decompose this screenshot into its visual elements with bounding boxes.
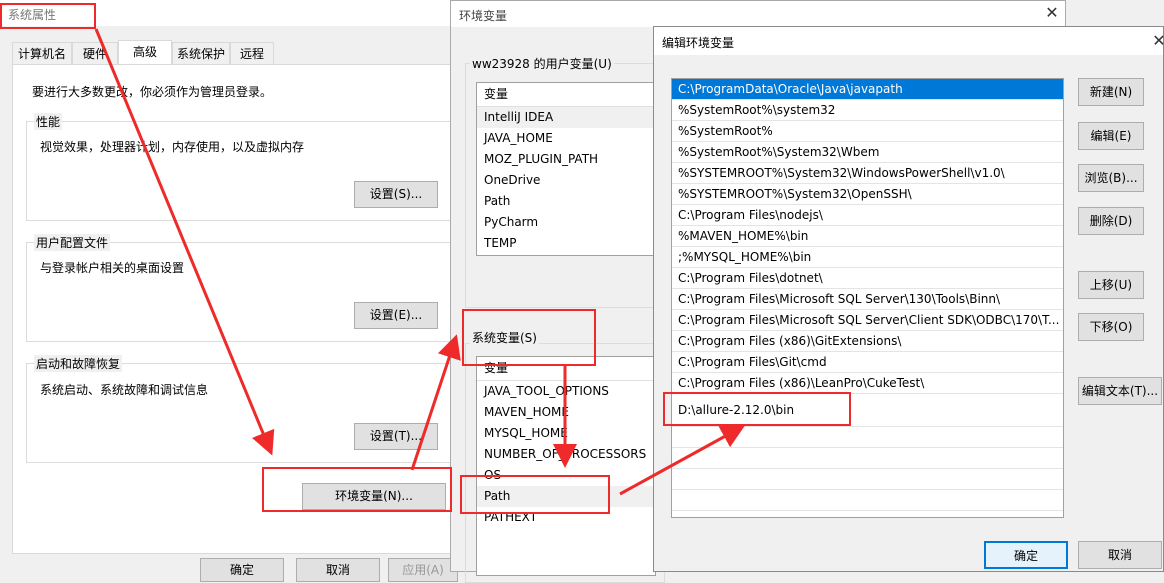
edit-env-title: 编辑环境变量 (662, 36, 735, 50)
profiles-label: 用户配置文件 (34, 234, 111, 251)
performance-label: 性能 (34, 113, 63, 130)
edit-button[interactable]: 编辑(E) (1078, 122, 1144, 150)
startup-label: 启动和故障恢复 (34, 355, 123, 372)
list-item[interactable]: JAVA_TOOL_OPTIONS (477, 381, 655, 402)
path-item[interactable]: %SystemRoot% (672, 121, 1063, 142)
path-item[interactable]: %SystemRoot%\System32\Wbem (672, 142, 1063, 163)
system-variables-list[interactable]: 变量 JAVA_TOOL_OPTIONS MAVEN_HOME MYSQL_HO… (476, 356, 656, 576)
profiles-desc: 与登录帐户相关的桌面设置 (40, 261, 185, 275)
path-item-empty[interactable] (672, 469, 1063, 490)
user-variables-header[interactable]: 变量 (477, 83, 655, 107)
tab-advanced[interactable]: 高级 (118, 40, 172, 65)
apply-button[interactable]: 应用(A) (388, 558, 458, 582)
browse-button[interactable]: 浏览(B)... (1078, 164, 1144, 192)
tab-computer-name[interactable]: 计算机名 (12, 42, 72, 64)
path-item-empty[interactable] (672, 448, 1063, 469)
tab-hardware[interactable]: 硬件 (72, 42, 118, 64)
path-item[interactable]: C:\ProgramData\Oracle\Java\javapath (672, 79, 1063, 100)
path-item[interactable]: ;%MYSQL_HOME%\bin (672, 247, 1063, 268)
path-item[interactable]: %SYSTEMROOT%\System32\WindowsPowerShell\… (672, 163, 1063, 184)
annotation-box-system-properties-title (0, 3, 96, 29)
path-item[interactable]: C:\Program Files\Microsoft SQL Server\13… (672, 289, 1063, 310)
edit-environment-variable-window: 编辑环境变量 ✕ C:\ProgramData\Oracle\Java\java… (653, 26, 1164, 572)
cancel-button[interactable]: 取消 (296, 558, 380, 582)
close-icon[interactable]: ✕ (1150, 32, 1164, 50)
new-button[interactable]: 新建(N) (1078, 78, 1144, 106)
path-item[interactable]: C:\Program Files (x86)\GitExtensions\ (672, 331, 1063, 352)
move-up-button[interactable]: 上移(U) (1078, 271, 1144, 299)
path-item[interactable]: C:\Program Files\nodejs\ (672, 205, 1063, 226)
cancel-button[interactable]: 取消 (1078, 541, 1162, 569)
ok-button[interactable]: 确定 (200, 558, 284, 582)
list-item[interactable]: TEMP (477, 233, 655, 254)
tab-strip: 计算机名 硬件 高级 系统保护 远程 (12, 40, 442, 65)
annotation-box-env-variables-button (262, 467, 452, 512)
list-item[interactable]: PyCharm (477, 212, 655, 233)
performance-desc: 视觉效果，处理器计划，内存使用，以及虚拟内存 (40, 140, 305, 154)
env-titlebar: 环境变量 ✕ (451, 1, 1065, 27)
user-variables-label: ww23928 的用户变量(U) (470, 55, 614, 72)
path-item[interactable]: C:\Program Files (x86)\LeanPro\CukeTest\ (672, 373, 1063, 394)
path-item-empty[interactable] (672, 427, 1063, 448)
path-item[interactable]: %SystemRoot%\system32 (672, 100, 1063, 121)
path-list[interactable]: C:\ProgramData\Oracle\Java\javapath %Sys… (671, 78, 1064, 518)
edit-env-titlebar: 编辑环境变量 ✕ (654, 27, 1164, 55)
tab-remote[interactable]: 远程 (230, 42, 274, 64)
list-item[interactable]: MYSQL_HOME (477, 423, 655, 444)
list-item[interactable]: JAVA_HOME (477, 128, 655, 149)
profiles-settings-button[interactable]: 设置(E)... (354, 302, 438, 329)
annotation-box-system-variables-label (462, 309, 596, 366)
path-item[interactable]: C:\Program Files\Git\cmd (672, 352, 1063, 373)
edit-text-button[interactable]: 编辑文本(T)... (1078, 377, 1162, 405)
env-title: 环境变量 (459, 9, 508, 23)
user-variables-list[interactable]: 变量 IntelliJ IDEA JAVA_HOME MOZ_PLUGIN_PA… (476, 82, 656, 256)
list-item[interactable]: IntelliJ IDEA (477, 107, 655, 128)
annotation-box-new-path-entry (663, 392, 851, 426)
path-item[interactable]: %SYSTEMROOT%\System32\OpenSSH\ (672, 184, 1063, 205)
startup-desc: 系统启动、系统故障和调试信息 (40, 383, 209, 397)
list-item[interactable]: Path (477, 191, 655, 212)
list-item[interactable]: MAVEN_HOME (477, 402, 655, 423)
list-item[interactable]: OneDrive (477, 170, 655, 191)
list-item[interactable]: MOZ_PLUGIN_PATH (477, 149, 655, 170)
performance-settings-button[interactable]: 设置(S)... (354, 181, 438, 208)
path-item[interactable]: C:\Program Files\dotnet\ (672, 268, 1063, 289)
path-item-empty[interactable] (672, 490, 1063, 511)
annotation-box-path-row (460, 475, 610, 514)
admin-notice: 要进行大多数更改，你必须作为管理员登录。 (32, 85, 273, 99)
move-down-button[interactable]: 下移(O) (1078, 313, 1144, 341)
delete-button[interactable]: 删除(D) (1078, 207, 1144, 235)
ok-button[interactable]: 确定 (984, 541, 1068, 569)
tab-system-protection[interactable]: 系统保护 (172, 42, 230, 64)
close-icon[interactable]: ✕ (1043, 4, 1061, 22)
startup-settings-button[interactable]: 设置(T)... (354, 423, 438, 450)
path-item[interactable]: %MAVEN_HOME%\bin (672, 226, 1063, 247)
list-item[interactable]: NUMBER_OF_PROCESSORS (477, 444, 655, 465)
path-item[interactable]: C:\Program Files\Microsoft SQL Server\Cl… (672, 310, 1063, 331)
